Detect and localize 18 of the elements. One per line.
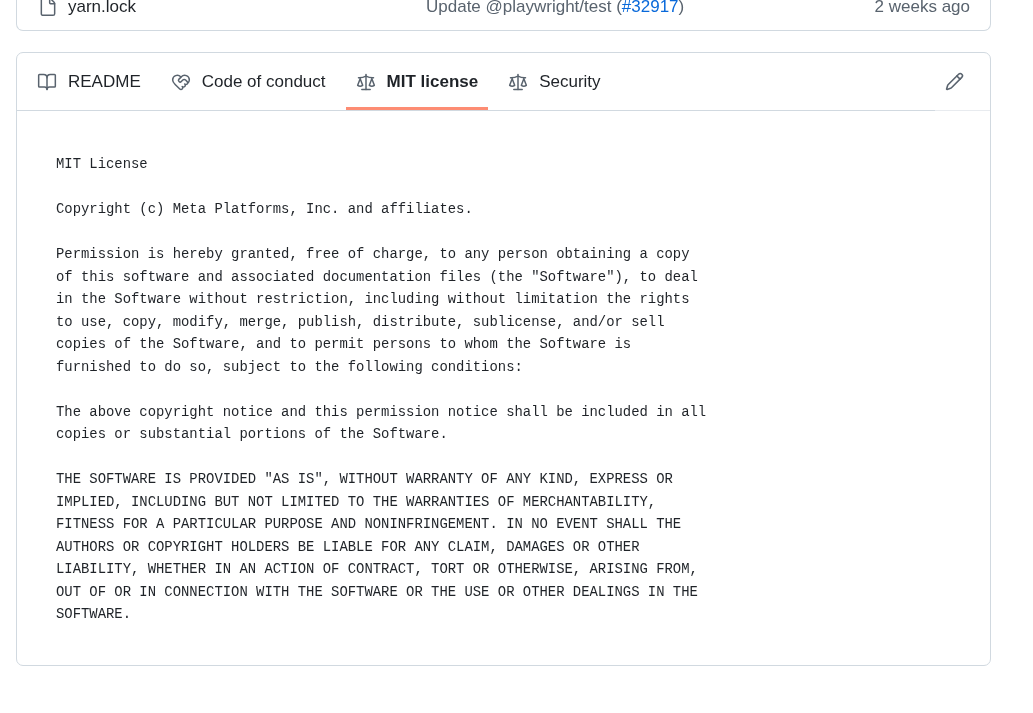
license-paragraph: THE SOFTWARE IS PROVIDED "AS IS", WITHOUT WARRANTY OF ANY KIND, EXPRESS OR IMPLIED, INCLUDING BUT NOT LIMITED TO THE WARRANTIES OF MERCHANTABILITY, FITNESS FOR A PARTICULAR PURPOSE AND NONINFRINGEMENT. IN NO EVENT SHALL THE AUTHORS OR COPYRIGHT HOLDERS BE LIABLE FOR ANY CLAIM, DAMAGES OR OTHER LIABILITY, WHETHER IN AN ACTION OF CONTRACT, TORT OR OTHERWISE, ARISING FROM, OUT OF OR IN CONNECTION WITH THE SOFTWARE OR THE USE OR OTHER DEALINGS IN THE SOFTWARE. xyxy=(56,470,698,624)
file-name-link[interactable]: yarn.lock xyxy=(68,0,137,19)
scale-icon xyxy=(355,71,376,92)
license-paragraph: Permission is hereby granted, free of charge, to any person obtaining a copy of this software and associated documentation files (the "Software"), to deal in the Software without restriction, including without limitation the rights to use, copy, modify, merge, publish, distribute, sublicense, and/or sell copies of the Software, and to permit persons to whom the Software is furnished to do so, subject to the following conditions: xyxy=(56,245,698,377)
commit-message: Update @playwright/test (#32917) xyxy=(426,0,686,18)
license-title: MIT License xyxy=(56,155,148,174)
edit-icon xyxy=(944,72,964,91)
file-icon xyxy=(38,0,58,17)
license-paragraph: Copyright (c) Meta Platforms, Inc. and affiliates. xyxy=(56,200,473,219)
commit-time: 2 weeks ago xyxy=(874,0,970,18)
tab[interactable]: Security xyxy=(498,53,611,110)
scale-icon xyxy=(508,71,529,92)
tab[interactable]: Code of conduct xyxy=(160,53,336,110)
book-icon xyxy=(37,71,57,92)
tab[interactable]: MIT license xyxy=(345,53,489,110)
issue-link[interactable]: #32917 xyxy=(621,0,679,16)
license-paragraph: The above copyright notice and this permission notice shall be included in all copies or substantial portions of the Software. xyxy=(56,402,707,444)
tab[interactable]: README xyxy=(27,53,151,110)
